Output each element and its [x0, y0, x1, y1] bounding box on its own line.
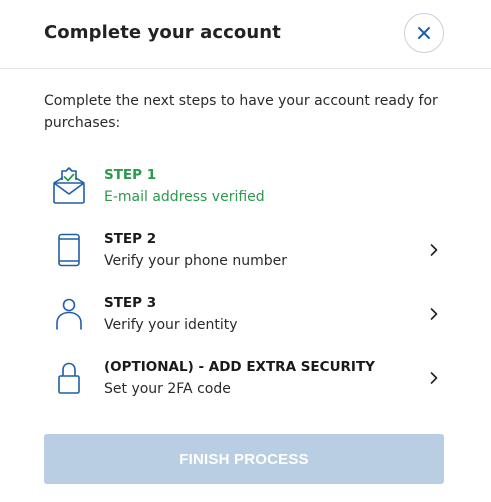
step-optional-2fa[interactable]: (OPTIONAL) - ADD EXTRA SECURITY Set your… [44, 356, 444, 406]
finish-process-button[interactable]: FINISH PROCESS [44, 434, 444, 484]
chevron-right-icon [430, 244, 438, 256]
step-label: STEP 1 [104, 167, 157, 183]
user-icon [56, 298, 82, 330]
dialog-title: Complete your account [44, 22, 281, 43]
dialog-header: Complete your account [0, 0, 491, 69]
step-description: Verify your phone number [104, 253, 287, 269]
chevron-right-icon [430, 308, 438, 320]
step-description: Verify your identity [104, 317, 238, 333]
step-label: STEP 2 [104, 231, 157, 247]
intro-text: Complete the next steps to have your acc… [44, 93, 438, 131]
close-button[interactable] [404, 13, 444, 53]
step-3-identity[interactable]: STEP 3 Verify your identity [44, 292, 444, 342]
close-icon [418, 27, 430, 39]
phone-icon [58, 233, 80, 267]
step-2-phone[interactable]: STEP 2 Verify your phone number [44, 228, 444, 278]
step-label: STEP 3 [104, 295, 157, 311]
envelope-check-icon [53, 167, 85, 204]
step-description: E-mail address verified [104, 189, 265, 205]
step-1-email: STEP 1 E-mail address verified [44, 164, 444, 214]
lock-icon [58, 362, 80, 394]
step-description: Set your 2FA code [104, 381, 231, 397]
chevron-right-icon [430, 372, 438, 384]
step-label: (OPTIONAL) - ADD EXTRA SECURITY [104, 359, 375, 375]
